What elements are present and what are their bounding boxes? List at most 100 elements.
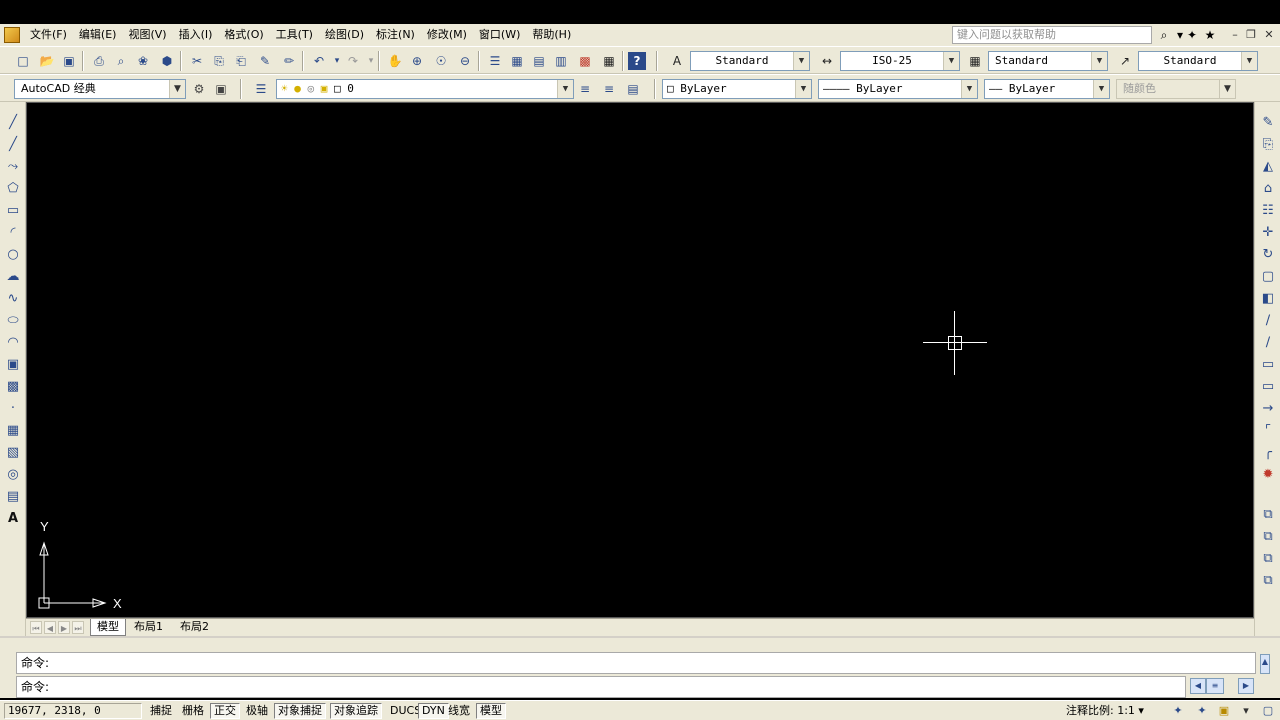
- chevron-down-icon[interactable]: ▼: [557, 80, 573, 98]
- chamfer-icon[interactable]: ⌜: [1259, 422, 1277, 440]
- chevron-down-icon[interactable]: ▼: [793, 52, 809, 70]
- auto-scale-icon[interactable]: ✦: [1194, 703, 1210, 719]
- layer-properties-icon[interactable]: ☰: [252, 80, 270, 98]
- chevron-down-icon[interactable]: ▾: [1138, 704, 1144, 717]
- erase-icon[interactable]: ✎: [1259, 114, 1277, 132]
- pan-realtime-icon[interactable]: ✋: [386, 52, 404, 70]
- tab-layout2[interactable]: 布局2: [174, 619, 215, 636]
- gradient-icon[interactable]: ▧: [4, 444, 22, 462]
- trim-icon[interactable]: ∕: [1259, 312, 1277, 330]
- stretch-icon[interactable]: ◧: [1259, 290, 1277, 308]
- favorites-star-icon[interactable]: ★: [1202, 27, 1218, 43]
- tab-layout1[interactable]: 布局1: [128, 619, 169, 636]
- draw-order-front-icon[interactable]: ⧉: [1259, 506, 1277, 524]
- communication-center-icon[interactable]: ✦: [1184, 27, 1200, 43]
- prev-tab-icon[interactable]: ◀: [44, 621, 56, 634]
- grid-toggle[interactable]: 栅格: [178, 703, 208, 719]
- help-icon[interactable]: ?: [628, 52, 646, 70]
- scroll-right-icon[interactable]: ▶: [1238, 678, 1254, 694]
- menu-format[interactable]: 格式(O): [218, 25, 269, 45]
- help-search-input[interactable]: 键入问题以获取帮助: [952, 26, 1152, 44]
- chevron-down-icon[interactable]: ▼: [961, 80, 977, 98]
- multiline-text-icon[interactable]: A: [4, 510, 22, 528]
- menu-modify[interactable]: 修改(M): [421, 25, 473, 45]
- drawing-canvas[interactable]: Y X: [26, 102, 1254, 618]
- properties-icon[interactable]: ☰: [486, 52, 504, 70]
- break-icon[interactable]: ▭: [1259, 378, 1277, 396]
- tool-palettes-icon[interactable]: ▤: [530, 52, 548, 70]
- point-icon[interactable]: ·: [4, 400, 22, 418]
- construction-line-icon[interactable]: ╱: [4, 136, 22, 154]
- multileader-style-icon[interactable]: ↗: [1116, 52, 1134, 70]
- ortho-toggle[interactable]: 正交: [210, 703, 240, 719]
- first-tab-icon[interactable]: ⏮: [30, 621, 42, 634]
- chevron-down-icon[interactable]: ▼: [795, 80, 811, 98]
- save-icon[interactable]: ▣: [60, 52, 78, 70]
- menu-file[interactable]: 文件(F): [24, 25, 73, 45]
- menu-help[interactable]: 帮助(H): [526, 25, 577, 45]
- make-block-icon[interactable]: ▩: [4, 378, 22, 396]
- mirror-icon[interactable]: ◭: [1259, 158, 1277, 176]
- menu-edit[interactable]: 编辑(E): [73, 25, 123, 45]
- draw-order-back-icon[interactable]: ⧉: [1259, 528, 1277, 546]
- 3d-publish-icon[interactable]: ⬢: [158, 52, 176, 70]
- layer-states-icon[interactable]: ▤: [624, 80, 642, 98]
- vertical-scrollbar[interactable]: ▲: [1260, 654, 1270, 674]
- cut-icon[interactable]: ✂: [188, 52, 206, 70]
- menu-view[interactable]: 视图(V): [122, 25, 172, 45]
- move-icon[interactable]: ✛: [1259, 224, 1277, 242]
- layer-select[interactable]: ☀ ● ◎ ▣ □ 0 ▼: [276, 79, 574, 99]
- make-object-layer-current-icon[interactable]: ≡: [576, 80, 594, 98]
- toolbar-lock-icon[interactable]: ▣: [1216, 703, 1232, 719]
- scale-icon[interactable]: ▢: [1259, 268, 1277, 286]
- open-folder-icon[interactable]: 📂: [38, 52, 56, 70]
- layer-previous-icon[interactable]: ≡: [600, 80, 618, 98]
- match-properties-icon[interactable]: ✎: [256, 52, 274, 70]
- dim-style-icon[interactable]: ↔: [818, 52, 836, 70]
- arc-icon[interactable]: ◜: [4, 224, 22, 242]
- text-style-icon[interactable]: A: [668, 52, 686, 70]
- explode-icon[interactable]: ✹: [1259, 466, 1277, 484]
- next-tab-icon[interactable]: ▶: [58, 621, 70, 634]
- color-select[interactable]: □ ByLayer ▼: [662, 79, 812, 99]
- search-icon[interactable]: ⌕: [1156, 27, 1172, 43]
- minimize-icon[interactable]: –: [1228, 28, 1242, 42]
- bring-above-icon[interactable]: ⧉: [1259, 550, 1277, 568]
- sun-freeze-icon[interactable]: ●: [294, 82, 301, 95]
- redo-icon[interactable]: ↷: [344, 52, 362, 70]
- new-file-icon[interactable]: □: [14, 52, 32, 70]
- fillet-icon[interactable]: ╭: [1259, 444, 1277, 462]
- text-style-select[interactable]: Standard ▼: [690, 51, 810, 71]
- region-icon[interactable]: ◎: [4, 466, 22, 484]
- restore-icon[interactable]: ❐: [1244, 28, 1258, 42]
- app-icon[interactable]: [4, 27, 20, 43]
- offset-icon[interactable]: ⌂: [1259, 180, 1277, 198]
- zoom-previous-icon[interactable]: ⊖: [456, 52, 474, 70]
- join-icon[interactable]: →: [1259, 400, 1277, 418]
- table-style-select[interactable]: Standard ▼: [988, 51, 1108, 71]
- menu-dimension[interactable]: 标注(N): [370, 25, 421, 45]
- workspace-settings-icon[interactable]: ⚙: [190, 80, 208, 98]
- markup-set-icon[interactable]: ▩: [576, 52, 594, 70]
- tab-model[interactable]: 模型: [90, 619, 126, 636]
- chevron-down-icon[interactable]: ▼: [169, 80, 185, 98]
- design-center-icon[interactable]: ▦: [508, 52, 526, 70]
- command-input[interactable]: 命令:: [16, 676, 1186, 698]
- lightbulb-icon[interactable]: ☀: [281, 82, 288, 95]
- last-tab-icon[interactable]: ⏭: [72, 621, 84, 634]
- annotation-scale[interactable]: 注释比例: 1:1 ▾: [1066, 703, 1144, 719]
- print-icon[interactable]: ⎙: [90, 52, 108, 70]
- circle-icon[interactable]: ○: [4, 246, 22, 264]
- send-under-icon[interactable]: ⧉: [1259, 572, 1277, 590]
- multileader-style-select[interactable]: Standard ▼: [1138, 51, 1258, 71]
- close-icon[interactable]: ✕: [1262, 28, 1276, 42]
- lineweight-toggle[interactable]: 线宽: [444, 703, 474, 719]
- array-icon[interactable]: ☷: [1259, 202, 1277, 220]
- scroll-thumb[interactable]: ≡: [1206, 678, 1224, 694]
- linetype-select[interactable]: ———— ByLayer ▼: [818, 79, 978, 99]
- lineweight-select[interactable]: —— ByLayer ▼: [984, 79, 1110, 99]
- paste-icon[interactable]: ⎗: [232, 52, 250, 70]
- status-menu-icon[interactable]: ▾: [1238, 703, 1254, 719]
- chevron-down-icon[interactable]: ▼: [943, 52, 959, 70]
- chevron-down-icon[interactable]: ▼: [1241, 52, 1257, 70]
